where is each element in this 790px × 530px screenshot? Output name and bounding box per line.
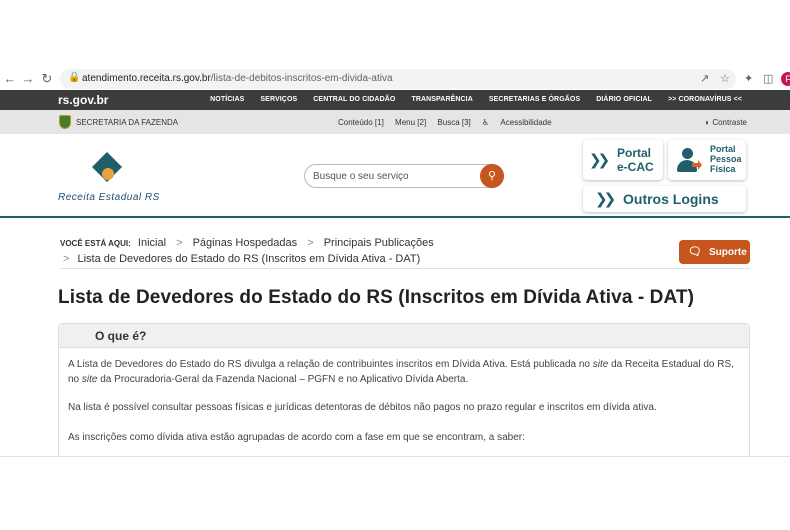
- breadcrumb-separator: >: [63, 253, 70, 265]
- suporte-label: Suporte: [709, 247, 747, 258]
- double-chevron-icon: ❯❯: [589, 152, 610, 169]
- pf-label-line2: Pessoa: [710, 154, 742, 164]
- person-icon: [674, 148, 702, 172]
- outros-logins-label: Outros Logins: [623, 191, 719, 207]
- search-icon: ⚲: [487, 170, 497, 182]
- contrast-icon: ◐: [705, 118, 711, 127]
- suporte-button[interactable]: 🗨 Suporte: [679, 240, 750, 264]
- breadcrumb-label: VOCÊ ESTÁ AQUI:: [60, 239, 131, 248]
- accessibility-links: Conteúdo [1] Menu [2] Busca [3] ♿ Acessi…: [338, 118, 570, 127]
- share-icon[interactable]: ↗: [700, 72, 709, 85]
- breadcrumb-inicial[interactable]: Inicial: [138, 237, 166, 249]
- top-nav-links: NOTÍCIAS SERVIÇOS CENTRAL DO CIDADÃO TRA…: [194, 96, 742, 103]
- panel-header[interactable]: O que é?: [59, 324, 749, 348]
- top-navigation: rs.gov.br NOTÍCIAS SERVIÇOS CENTRAL DO C…: [0, 90, 790, 110]
- portal-pessoa-fisica-button[interactable]: Portal Pessoa Física: [668, 140, 746, 180]
- ecac-label-line2: e-CAC: [617, 160, 654, 174]
- secretaria-bar: SECRETARIA DA FAZENDA Conteúdo [1] Menu …: [0, 110, 790, 134]
- secretaria-label[interactable]: SECRETARIA DA FAZENDA: [76, 118, 178, 127]
- extensions-icon[interactable]: ✦: [744, 72, 753, 85]
- paragraph-inscricoes: As inscrições como dívida ativa estão ag…: [68, 432, 525, 443]
- receita-logo-icon[interactable]: [92, 152, 122, 182]
- url-text[interactable]: atendimento.receita.rs.gov.br/lista-de-d…: [82, 73, 393, 84]
- rs-coat-of-arms-icon: [59, 115, 71, 129]
- link-conteudo[interactable]: Conteúdo [1]: [338, 118, 384, 127]
- reload-icon[interactable]: ↻: [39, 71, 55, 87]
- side-panel-icon[interactable]: ◫: [763, 72, 773, 85]
- chat-bubbles-icon: 🗨: [688, 246, 702, 258]
- site-emphasis: site: [592, 359, 609, 370]
- portal-ecac-button[interactable]: ❯❯ Portal e-CAC: [583, 140, 663, 180]
- contrast-toggle[interactable]: ◐ Contraste: [705, 118, 747, 127]
- nav-link-central-cidadao[interactable]: CENTRAL DO CIDADÃO: [313, 96, 395, 103]
- back-arrow-icon[interactable]: ←: [2, 71, 18, 87]
- address-bar[interactable]: 🔒 atendimento.receita.rs.gov.br/lista-de…: [60, 69, 736, 89]
- breadcrumb-separator: >: [307, 237, 314, 249]
- page-title: Lista de Devedores do Estado do RS (Insc…: [58, 287, 695, 308]
- profile-avatar[interactable]: F: [781, 72, 790, 86]
- nav-link-secretarias[interactable]: SECRETARIAS E ÓRGÃOS: [489, 96, 580, 103]
- paragraph-consulta: Na lista é possível consultar pessoas fí…: [68, 402, 657, 413]
- breadcrumb-separator: >: [176, 237, 183, 249]
- lock-icon[interactable]: 🔒: [68, 72, 80, 83]
- breadcrumb-current: Lista de Devedores do Estado do RS (Insc…: [77, 253, 421, 265]
- rs-gov-logo[interactable]: rs.gov.br: [58, 93, 108, 107]
- forward-arrow-icon[interactable]: →: [20, 71, 36, 87]
- pf-label-line3: Física: [710, 164, 736, 174]
- site-header: Receita Estadual RS ⚲ ❯❯ Portal e-CAC Po…: [0, 134, 790, 218]
- search-input[interactable]: [313, 169, 473, 183]
- panel-title: O que é?: [95, 329, 147, 343]
- link-acessibilidade[interactable]: ♿ Acessibilidade: [482, 118, 561, 127]
- nav-link-coronavirus[interactable]: >> CORONAVÍRUS <<: [668, 96, 742, 103]
- ecac-label-line1: Portal: [617, 146, 652, 160]
- search-button[interactable]: ⚲: [480, 164, 504, 188]
- nav-link-transparencia[interactable]: TRANSPARÊNCIA: [411, 96, 472, 103]
- breadcrumb: VOCÊ ESTÁ AQUI: Inicial > Páginas Hosped…: [60, 237, 434, 249]
- o-que-e-panel: O que é? A Lista de Devedores do Estado …: [58, 323, 750, 473]
- star-icon[interactable]: ☆: [720, 72, 730, 85]
- blank-area: [0, 457, 790, 530]
- receita-logo-text[interactable]: Receita Estadual RS: [58, 192, 160, 203]
- breadcrumb-paginas-hospedadas[interactable]: Páginas Hospedadas: [193, 237, 298, 249]
- nav-link-noticias[interactable]: NOTÍCIAS: [210, 96, 244, 103]
- double-chevron-icon: ❯❯: [595, 191, 616, 208]
- link-busca[interactable]: Busca [3]: [437, 118, 470, 127]
- nav-link-diario-oficial[interactable]: DIÁRIO OFICIAL: [596, 96, 652, 103]
- link-menu[interactable]: Menu [2]: [395, 118, 426, 127]
- browser-toolbar: ← → ↻ 🔒 atendimento.receita.rs.gov.br/li…: [0, 68, 790, 90]
- outros-logins-button[interactable]: ❯❯ Outros Logins: [583, 186, 746, 212]
- paragraph-intro: A Lista de Devedores do Estado do RS div…: [68, 359, 734, 385]
- breadcrumb-divider: [60, 268, 750, 269]
- pf-label-line1: Portal: [710, 144, 736, 154]
- nav-link-servicos[interactable]: SERVIÇOS: [260, 96, 297, 103]
- breadcrumb-principais-publicacoes[interactable]: Principais Publicações: [324, 237, 434, 249]
- breadcrumb-current-row: > Lista de Devedores do Estado do RS (In…: [63, 253, 420, 265]
- search-box: ⚲: [304, 164, 504, 188]
- accessibility-icon: ♿: [482, 118, 492, 127]
- site-emphasis: site: [81, 374, 98, 385]
